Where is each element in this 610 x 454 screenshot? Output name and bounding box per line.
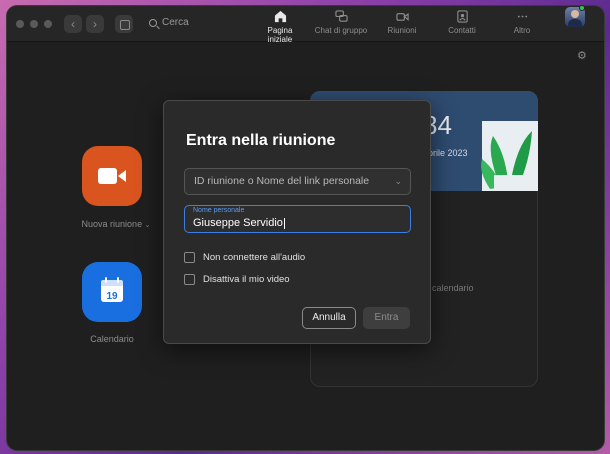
no-meetings-text: calendario (432, 283, 474, 293)
layout-toggle-button[interactable] (115, 15, 133, 33)
calendar-label: Calendario (90, 334, 134, 344)
tab-meetings[interactable]: Riunioni (382, 10, 422, 35)
join-button[interactable]: Entra (363, 307, 410, 329)
contacts-icon (456, 10, 468, 23)
meeting-id-input[interactable]: ID riunione o Nome del link personale ⌄ (184, 168, 411, 195)
calendar-icon: 19 (101, 277, 123, 302)
meeting-id-placeholder: ID riunione o Nome del link personale (194, 175, 370, 187)
tab-home[interactable]: Pagina iniziale (255, 10, 305, 44)
calendar-button[interactable]: 19 (82, 262, 142, 322)
new-meeting-button[interactable] (82, 146, 142, 206)
settings-icon[interactable]: ⚙ (577, 49, 587, 62)
forward-button[interactable]: › (86, 15, 104, 33)
tab-group-chat-label: Chat di gruppo (314, 26, 368, 35)
search-label: Cerca (162, 17, 189, 28)
online-status-indicator (579, 5, 585, 11)
tab-meetings-label: Riunioni (387, 26, 417, 35)
search-icon (149, 18, 157, 27)
minimize-window-button[interactable] (30, 20, 38, 28)
personal-name-label: Nome personale (193, 207, 245, 214)
no-audio-option[interactable]: Non connettere all'audio (184, 252, 305, 263)
join-meeting-dialog: Entra nella riunione ID riunione o Nome … (163, 100, 431, 344)
cancel-button[interactable]: Annulla (302, 307, 356, 329)
video-camera-icon (98, 168, 126, 184)
chevron-down-icon[interactable]: ⌄ (394, 169, 402, 194)
new-meeting-label: Nuova riunione ⌄ (81, 219, 151, 229)
tab-more-label: Altro (513, 26, 531, 35)
tab-more[interactable]: Altro (507, 10, 537, 35)
title-bar: ‹ › Cerca Pagina iniziale Chat di gruppo… (7, 6, 604, 44)
close-window-button[interactable] (16, 20, 24, 28)
chat-icon (334, 10, 348, 22)
personal-name-field[interactable]: Nome personale Giuseppe Servidio (184, 205, 411, 233)
video-camera-icon (395, 13, 409, 21)
search-box[interactable]: Cerca (149, 17, 189, 28)
tab-contacts-label: Contatti (448, 26, 476, 35)
dialog-title: Entra nella riunione (186, 132, 336, 149)
more-icon (517, 15, 527, 18)
chevron-down-icon[interactable]: ⌄ (145, 222, 151, 229)
tab-home-label: Pagina iniziale (267, 26, 293, 44)
no-audio-checkbox[interactable] (184, 252, 195, 263)
no-video-label: Disattiva il mio video (203, 274, 290, 285)
home-icon (274, 10, 286, 23)
clock-date: prile 2023 (428, 148, 468, 158)
back-button[interactable]: ‹ (64, 15, 82, 33)
no-audio-label: Non connettere all'audio (203, 252, 306, 263)
calendar-day: 19 (106, 291, 118, 302)
zoom-window-button[interactable] (44, 20, 52, 28)
tab-group-chat[interactable]: Chat di gruppo (314, 10, 368, 35)
tab-contacts[interactable]: Contatti (442, 10, 482, 35)
personal-name-value: Giuseppe Servidio (193, 217, 285, 229)
no-video-checkbox[interactable] (184, 274, 195, 285)
no-video-option[interactable]: Disattiva il mio video (184, 274, 290, 285)
